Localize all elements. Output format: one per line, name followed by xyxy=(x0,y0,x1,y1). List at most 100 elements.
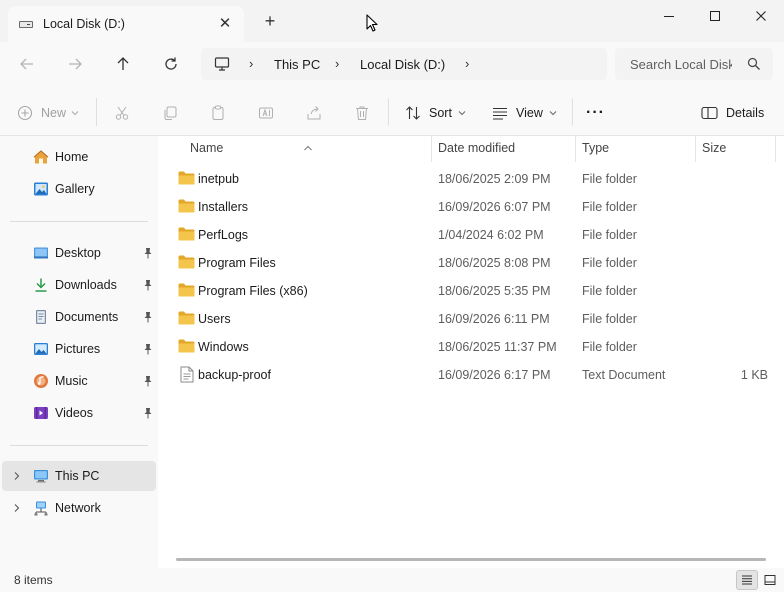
pin-icon[interactable] xyxy=(143,375,153,390)
up-button[interactable] xyxy=(109,52,137,76)
search-input[interactable]: Search Local Disk (D:) xyxy=(615,48,773,80)
share-icon xyxy=(307,106,321,120)
folder-icon xyxy=(178,199,195,216)
file-name: PerfLogs xyxy=(198,228,249,242)
details-pane-icon xyxy=(701,106,718,120)
forward-button[interactable] xyxy=(61,52,89,76)
chevron-right-icon[interactable] xyxy=(12,502,22,516)
file-date: 16/09/2026 6:11 PM xyxy=(438,312,550,326)
clipboard-icon xyxy=(212,105,224,120)
file-name: backup-proof xyxy=(198,368,271,382)
share-button[interactable] xyxy=(306,102,322,124)
file-row-program-files-x86[interactable]: Program Files (x86) 18/06/2025 5:35 PM F… xyxy=(172,277,772,305)
arrow-left-icon xyxy=(20,58,33,70)
minimize-button[interactable] xyxy=(646,0,692,32)
file-type: File folder xyxy=(582,200,637,214)
copy-icon xyxy=(164,106,177,120)
column-header-type[interactable]: Type xyxy=(582,141,609,155)
file-type: Text Document xyxy=(582,368,666,382)
breadcrumb-this-pc[interactable]: This PC xyxy=(274,57,320,72)
new-label: New xyxy=(41,106,67,120)
sidebar-item-label: Network xyxy=(55,501,101,515)
back-button[interactable] xyxy=(13,52,41,76)
navigation-bar: › This PC › Local Disk (D:) › Search Loc… xyxy=(0,42,784,88)
pin-icon[interactable] xyxy=(143,279,153,294)
folder-icon xyxy=(178,283,195,300)
horizontal-scrollbar[interactable] xyxy=(176,558,766,561)
new-tab-button[interactable]: + xyxy=(260,11,280,31)
column-divider[interactable] xyxy=(575,136,576,162)
file-row-perflogs[interactable]: PerfLogs 1/04/2024 6:02 PM File folder xyxy=(172,221,772,249)
view-button[interactable]: View xyxy=(492,102,557,124)
tiles-view-button[interactable] xyxy=(759,570,781,590)
command-bar: New Sort View ··· Details xyxy=(0,88,784,136)
cut-button[interactable] xyxy=(114,102,130,124)
pin-icon[interactable] xyxy=(143,311,153,326)
file-date: 18/06/2025 5:35 PM xyxy=(438,284,551,298)
tab-local-disk[interactable]: Local Disk (D:) ✕ xyxy=(8,6,244,42)
sidebar-item-pictures[interactable]: Pictures xyxy=(2,334,156,364)
new-button[interactable]: New xyxy=(17,102,79,124)
details-pane-button[interactable]: Details xyxy=(701,102,764,124)
sidebar-item-home[interactable]: Home xyxy=(2,142,156,172)
file-row-backup-proof[interactable]: backup-proof 16/09/2026 6:17 PM Text Doc… xyxy=(172,361,772,389)
sidebar-item-label: Gallery xyxy=(55,182,95,196)
file-row-windows[interactable]: Windows 18/06/2025 11:37 PM File folder xyxy=(172,333,772,361)
sidebar-item-this-pc[interactable]: This PC xyxy=(2,461,156,491)
downloads-icon xyxy=(33,277,49,293)
sidebar-item-downloads[interactable]: Downloads xyxy=(2,270,156,300)
file-row-installers[interactable]: Installers 16/09/2026 6:07 PM File folde… xyxy=(172,193,772,221)
breadcrumb-local-disk[interactable]: Local Disk (D:) xyxy=(360,57,445,72)
column-header-date[interactable]: Date modified xyxy=(438,141,515,155)
this-pc-icon xyxy=(214,56,230,75)
title-bar: Local Disk (D:) ✕ + xyxy=(0,0,784,42)
sidebar-item-music[interactable]: Music xyxy=(2,366,156,396)
folder-icon xyxy=(178,311,195,328)
trash-icon xyxy=(356,106,368,120)
column-header-size[interactable]: Size xyxy=(702,141,726,155)
copy-button[interactable] xyxy=(162,102,178,124)
pin-icon[interactable] xyxy=(143,407,153,422)
pin-icon[interactable] xyxy=(143,247,153,262)
address-bar[interactable]: › This PC › Local Disk (D:) › xyxy=(201,48,607,80)
arrow-up-icon xyxy=(117,57,129,70)
file-date: 18/06/2025 11:37 PM xyxy=(438,340,557,354)
file-row-users[interactable]: Users 16/09/2026 6:11 PM File folder xyxy=(172,305,772,333)
sidebar-item-gallery[interactable]: Gallery xyxy=(2,174,156,204)
column-divider[interactable] xyxy=(431,136,432,162)
maximize-icon xyxy=(710,11,720,21)
column-header-name[interactable]: Name xyxy=(190,141,223,155)
more-options-button[interactable]: ··· xyxy=(586,102,605,124)
file-row-inetpub[interactable]: inetpub 18/06/2025 2:09 PM File folder xyxy=(172,165,772,193)
sort-button[interactable]: Sort xyxy=(405,102,466,124)
close-window-button[interactable] xyxy=(738,0,784,32)
search-icon xyxy=(747,57,761,74)
tab-close-button[interactable]: ✕ xyxy=(216,14,234,32)
this-pc-icon xyxy=(33,468,49,484)
chevron-right-icon[interactable] xyxy=(12,470,22,484)
file-name: Program Files (x86) xyxy=(198,284,308,298)
arrow-right-icon xyxy=(69,58,82,70)
column-divider[interactable] xyxy=(695,136,696,162)
sidebar-item-videos[interactable]: Videos xyxy=(2,398,156,428)
rename-button[interactable] xyxy=(258,102,274,124)
file-list: Name Date modified Type Size inetpub 18/… xyxy=(158,136,784,568)
file-date: 18/06/2025 2:09 PM xyxy=(438,172,551,186)
sidebar-item-label: This PC xyxy=(55,469,100,483)
details-view-button[interactable] xyxy=(736,570,758,590)
file-name: Users xyxy=(198,312,231,326)
paste-button[interactable] xyxy=(210,102,226,124)
refresh-button[interactable] xyxy=(157,52,185,76)
chevron-down-icon xyxy=(549,111,557,116)
pin-icon[interactable] xyxy=(143,343,153,358)
sidebar-item-label: Videos xyxy=(55,406,93,420)
file-row-program-files[interactable]: Program Files 18/06/2025 8:08 PM File fo… xyxy=(172,249,772,277)
sidebar-item-documents[interactable]: Documents xyxy=(2,302,156,332)
file-type: File folder xyxy=(582,340,637,354)
sidebar-item-desktop[interactable]: Desktop xyxy=(2,238,156,268)
maximize-button[interactable] xyxy=(692,0,738,32)
delete-button[interactable] xyxy=(354,102,370,124)
details-label: Details xyxy=(726,106,765,120)
column-divider[interactable] xyxy=(775,136,776,162)
sidebar-item-network[interactable]: Network xyxy=(2,493,156,523)
